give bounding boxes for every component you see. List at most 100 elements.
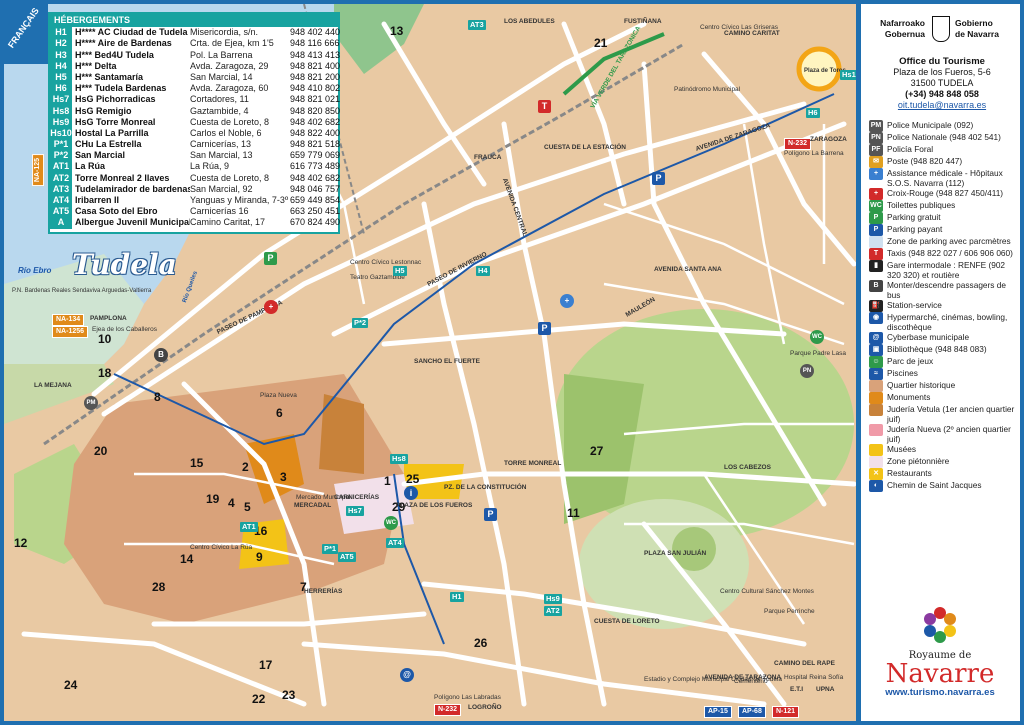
accommodation-row[interactable]: H6 H*** Tudela Bardenas Avda. Zaragoza, 60… [50,83,340,95]
accommodation-row[interactable]: H4 H*** Delta Avda. Zaragoza, 29 948 821 40… [50,60,340,72]
monument-6[interactable]: 6 [276,406,283,420]
accommodation-phone[interactable]: 948 413 413 [290,50,340,61]
monument-27[interactable]: 27 [590,444,603,458]
tourism-office-icon[interactable]: i [404,486,418,500]
hotel-badge-h5[interactable]: H5 [393,266,407,276]
hotel-badge-hs10[interactable]: Hs10 [840,70,856,80]
accommodation-phone[interactable]: 948 821 021 [290,94,340,105]
accommodation-row[interactable]: Hs8 HsG Remigio Gaztambide, 4 948 820 850 [50,105,340,117]
monument-12[interactable]: 12 [14,536,27,550]
monument-23[interactable]: 23 [282,688,295,702]
parking-paid-icon[interactable]: P [484,508,497,521]
hotel-badge-h4[interactable]: H4 [476,266,490,276]
monument-28[interactable]: 28 [152,580,165,594]
accommodation-phone[interactable]: 948 821 518 [290,139,340,150]
accommodation-row[interactable]: AT1 La Rúa La Rúa, 9 616 773 489 [50,161,340,173]
toilets-icon[interactable]: WC [384,516,398,530]
language-tab[interactable]: FRANÇAIS [4,4,48,64]
accommodation-phone[interactable]: 670 824 490 [290,217,340,228]
hotel-badge-hs9[interactable]: Hs9 [544,594,562,604]
bus-stop-icon[interactable]: B [154,348,168,362]
monument-20[interactable]: 20 [94,444,107,458]
police-municipal-icon[interactable]: PM [84,396,98,410]
monument-8[interactable]: 8 [154,390,161,404]
hotel-badge-at2[interactable]: AT2 [544,606,562,616]
accommodation-name: H**** AC Ciudad de Tudela [75,27,188,38]
accommodation-phone[interactable]: 948 402 682 [290,117,340,128]
accommodation-phone[interactable]: 948 821 400 [290,61,340,72]
monument-13[interactable]: 13 [390,24,403,38]
brand-website-link[interactable]: www.turismo.navarra.es [865,687,1015,698]
accommodation-phone[interactable]: 948 410 802 [290,83,340,94]
accommodation-phone[interactable]: 659 779 069 [290,150,340,161]
accommodation-row[interactable]: AT4 Iribarren II Yanguas y Miranda, 7-3º 65… [50,195,340,207]
accommodation-phone[interactable]: 948 116 666 [290,38,339,49]
parking-paid-icon[interactable]: P [538,322,551,335]
accommodation-phone[interactable]: 616 773 489 [290,161,340,172]
accommodation-phone[interactable]: 948 820 850 [290,106,340,117]
accommodation-row[interactable]: Hs7 HsG Pichorradicas Cortadores, 11 948 82… [50,94,340,106]
monument-18[interactable]: 18 [98,366,111,380]
monument-3[interactable]: 3 [280,470,287,484]
office-phone[interactable]: (+34) 948 848 058 [869,89,1015,100]
accommodation-row[interactable]: AT2 Torre Monreal 2 llaves Cuesta de Loret… [50,172,340,184]
taxi-icon[interactable]: T [538,100,551,113]
cyberbase-icon[interactable]: @ [400,668,414,682]
monument-5[interactable]: 5 [244,500,251,514]
accommodation-row[interactable]: AT3 Tudelamirador de bardenas San Marcial,… [50,183,340,196]
gov-text-spanish-1: Gobierno [955,18,993,28]
hotel-badge-at3[interactable]: AT3 [468,20,486,30]
accommodation-row[interactable]: H1 H**** AC Ciudad de Tudela Misericordia,… [50,27,340,39]
monument-17[interactable]: 17 [259,658,272,672]
monument-1[interactable]: 1 [384,474,391,488]
parking-free-icon[interactable]: P [264,252,277,265]
monument-15[interactable]: 15 [190,456,203,470]
accommodation-phone[interactable]: 948 821 200 [290,72,340,83]
accommodation-phone[interactable]: 948 402 682 [290,173,340,184]
accommodation-row[interactable]: A Albergue Juvenil Municipal Camino Carita… [50,217,340,229]
monument-21[interactable]: 21 [594,36,607,50]
monument-2[interactable]: 2 [242,460,249,474]
accommodation-row[interactable]: P*1 CHu La Estrella Carnicerías, 13 948 821… [50,139,340,151]
hotel-badge-p2[interactable]: P*2 [352,318,369,328]
accommodation-phone[interactable]: 948 402 440 [290,27,340,38]
medical-icon[interactable]: + [560,294,574,308]
hotel-badge-at1[interactable]: AT1 [240,522,258,532]
hotel-badge-p1[interactable]: P*1 [322,544,339,554]
monument-24[interactable]: 24 [64,678,77,692]
hotel-badge-at4[interactable]: AT4 [386,538,404,548]
legend-item: WC Toilettes publiques [869,200,1019,212]
office-postcode: 31500 TUDELA [910,78,974,88]
accommodation-row[interactable]: H5 H*** Santamaría San Marcial, 14 948 821 … [50,71,340,84]
hotel-badge-hs8[interactable]: Hs8 [390,454,408,464]
monument-22[interactable]: 22 [252,692,265,706]
monument-10[interactable]: 10 [98,332,111,346]
hotel-badge-h6[interactable]: H6 [806,108,820,118]
accommodation-phone[interactable]: 948 046 757 [290,184,340,195]
accommodation-phone[interactable]: 948 822 400 [290,128,340,139]
accommodation-phone[interactable]: 659 449 854 [290,195,340,206]
monument-19[interactable]: 19 [206,492,219,506]
accommodation-row[interactable]: P*2 San Marcial San Marcial, 13 659 779 069 [50,150,340,162]
monument-25[interactable]: 25 [406,472,419,486]
monument-4[interactable]: 4 [228,496,235,510]
red-cross-icon[interactable]: + [264,300,278,314]
toilets-icon[interactable]: WC [810,330,824,344]
hotel-badge-h1[interactable]: H1 [450,592,464,602]
parking-paid-icon[interactable]: P [652,172,665,185]
monument-14[interactable]: 14 [180,552,193,566]
accommodation-row[interactable]: H2 H**** Aire de Bardenas Crta. de Ejea, k… [50,38,339,50]
monument-11[interactable]: 11 [567,506,580,520]
hotel-badge-at5[interactable]: AT5 [338,552,356,562]
accommodation-name: Hostal La Parrilla [75,127,149,138]
accommodation-row[interactable]: Hs9 HsG Torre Monreal Cuesta de Loreto, 8 9… [50,116,340,128]
police-national-icon[interactable]: PN [800,364,814,378]
accommodation-phone[interactable]: 663 250 451 [290,206,340,217]
accommodation-row[interactable]: H3 H*** Bed4U Tudela Pol. La Barrena 948 41… [50,49,340,61]
accommodation-row[interactable]: AT5 Casa Soto del Ebro Carnicerías 16 663 2… [50,206,340,218]
hotel-badge-hs7[interactable]: Hs7 [346,506,364,516]
office-email[interactable]: oit.tudela@navarra.es [869,100,1015,111]
monument-26[interactable]: 26 [474,636,487,650]
monument-9[interactable]: 9 [256,550,263,564]
accommodation-row[interactable]: Hs10 Hostal La Parrilla Carlos el Noble, 6… [50,127,340,140]
